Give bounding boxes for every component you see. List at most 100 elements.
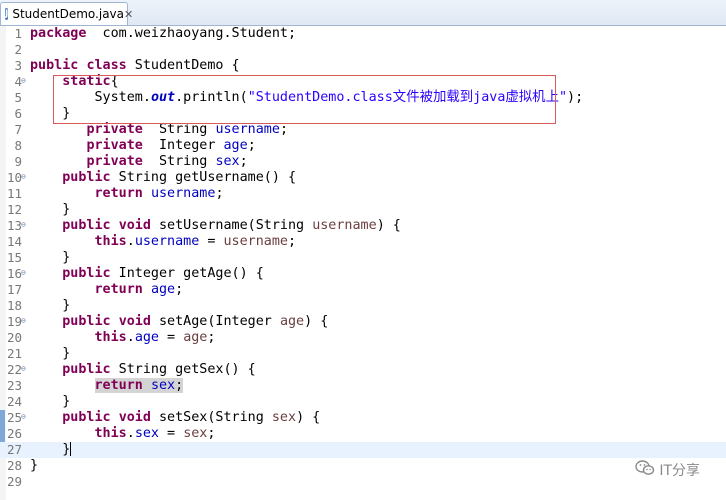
- fold-toggle-icon[interactable]: ⊖: [21, 314, 26, 328]
- code-token: ;: [175, 378, 184, 393]
- code-line[interactable]: 1 package com.weizhaoyang.Student;: [0, 26, 726, 42]
- code-line[interactable]: 9 private String sex;: [0, 154, 726, 170]
- line-number: 27: [6, 442, 22, 457]
- line-number: 23: [6, 378, 22, 393]
- code-line[interactable]: 7 private String username;: [0, 122, 726, 138]
- code-token: private: [86, 154, 143, 169]
- code-line[interactable]: 26 this.sex = sex;: [0, 426, 726, 442]
- line-number: 16: [6, 266, 22, 281]
- code-line[interactable]: 19 ⊖ public void setAge(Integer age) {: [0, 314, 726, 330]
- editor-tab-bar: J StudentDemo.java ✕: [0, 0, 726, 26]
- code-line[interactable]: 15 }: [0, 250, 726, 266]
- code-token: username: [223, 234, 289, 249]
- fold-toggle-icon[interactable]: ⊖: [21, 74, 26, 88]
- code-line[interactable]: 14 this.username = username;: [0, 234, 726, 250]
- code-token: private: [86, 138, 143, 153]
- code-token: }: [30, 394, 71, 409]
- code-token: sex: [183, 426, 208, 441]
- code-text: }: [30, 250, 70, 266]
- code-token: String getSex() {: [110, 362, 256, 377]
- code-token: setUsername(String: [150, 218, 313, 233]
- code-token: com.weizhaoyang.Student;: [86, 26, 297, 41]
- code-token: public: [62, 362, 111, 377]
- code-token: }: [30, 442, 71, 457]
- code-token: username: [215, 122, 280, 137]
- code-line[interactable]: 25 ⊖ public void setSex(String sex) {: [0, 410, 726, 426]
- code-line[interactable]: 12 }: [0, 202, 726, 218]
- code-token: .: [126, 426, 135, 441]
- code-text: return sex;: [30, 378, 184, 394]
- code-token: this: [94, 234, 127, 249]
- highlight-box: [53, 75, 556, 124]
- line-number: 18: [6, 298, 22, 313]
- code-token: }: [30, 458, 39, 473]
- code-line[interactable]: 13 ⊖ public void setUsername(String usern…: [0, 218, 726, 234]
- code-line[interactable]: 29: [0, 474, 726, 490]
- code-token: package: [30, 26, 87, 41]
- code-text: }: [30, 442, 72, 458]
- fold-toggle-icon[interactable]: ⊖: [21, 410, 26, 424]
- code-line[interactable]: 8 private Integer age;: [0, 138, 726, 154]
- tab-title: StudentDemo.java: [12, 7, 124, 21]
- code-line[interactable]: 17 return age;: [0, 282, 726, 298]
- fold-toggle-icon[interactable]: ⊖: [21, 362, 26, 376]
- line-number: 13: [6, 218, 22, 233]
- watermark: IT分享: [635, 460, 700, 480]
- code-line[interactable]: 16 ⊖ public Integer getAge() {: [0, 266, 726, 282]
- code-token: ;: [247, 138, 256, 153]
- code-token: }: [30, 202, 71, 217]
- line-number: 12: [6, 202, 22, 217]
- code-line[interactable]: 28}: [0, 458, 726, 474]
- fold-toggle-icon[interactable]: ⊖: [21, 266, 26, 280]
- tab-studentdemo-java[interactable]: J StudentDemo.java ✕: [0, 2, 133, 25]
- close-icon[interactable]: ✕: [124, 8, 133, 21]
- code-token: .: [126, 234, 135, 249]
- code-text: }: [30, 458, 38, 474]
- code-token: void: [118, 314, 151, 329]
- code-text: private String username;: [30, 122, 288, 138]
- code-token: username: [312, 218, 377, 233]
- code-token: sex: [271, 410, 297, 425]
- code-line[interactable]: 23 return sex;: [0, 378, 726, 394]
- line-number: 3: [14, 58, 22, 73]
- code-token: ;: [175, 282, 184, 297]
- code-line[interactable]: 18 }: [0, 298, 726, 314]
- code-text: this.age = age;: [30, 330, 216, 346]
- line-number: 22: [6, 362, 22, 377]
- code-token: public: [62, 170, 111, 185]
- code-line[interactable]: 3 public class StudentDemo {: [0, 58, 726, 74]
- code-line[interactable]: 24 }: [0, 394, 726, 410]
- fold-toggle-icon[interactable]: ⊖: [21, 218, 26, 232]
- code-text: public void setAge(Integer age) {: [30, 314, 328, 330]
- code-token: sex: [215, 154, 240, 169]
- code-token: return: [94, 282, 143, 297]
- code-line[interactable]: 11 return username;: [0, 186, 726, 202]
- code-token: .: [126, 330, 135, 345]
- code-token: =: [159, 330, 184, 345]
- code-line[interactable]: 21 }: [0, 346, 726, 362]
- code-line[interactable]: 22 ⊖ public String getSex() {: [0, 362, 726, 378]
- code-text: }: [30, 394, 70, 410]
- line-number: 17: [6, 282, 22, 297]
- code-line[interactable]: 2: [0, 42, 726, 58]
- line-number: 15: [6, 250, 22, 265]
- fold-toggle-icon[interactable]: ⊖: [21, 170, 26, 184]
- code-text: public void setSex(String sex) {: [30, 410, 320, 426]
- line-number: 19: [6, 314, 22, 329]
- code-token: age: [134, 330, 159, 345]
- code-line[interactable]: 10 ⊖ public String getUsername() {: [0, 170, 726, 186]
- code-line[interactable]: 20 this.age = age;: [0, 330, 726, 346]
- line-number: 7: [14, 122, 22, 137]
- code-text: private String sex;: [30, 154, 247, 170]
- code-line[interactable]: 27 }: [0, 442, 726, 458]
